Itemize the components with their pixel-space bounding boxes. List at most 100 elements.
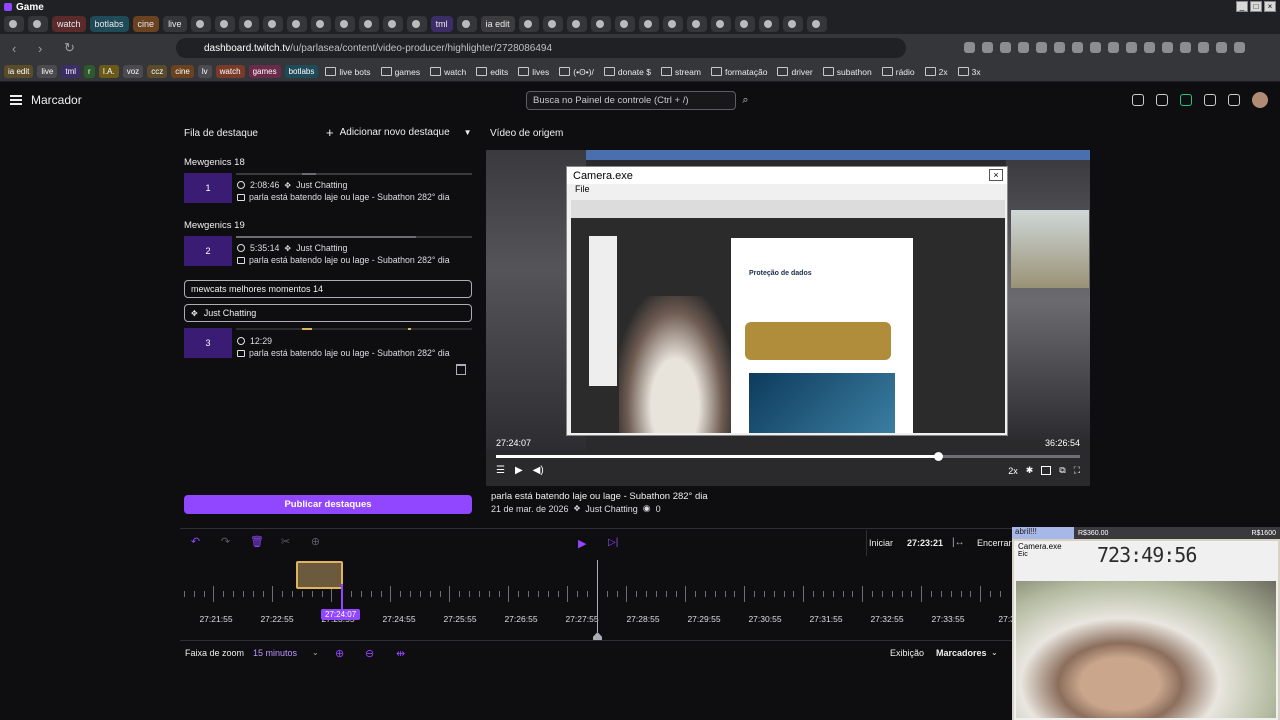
extension-icon[interactable] bbox=[1090, 42, 1101, 53]
delete-icon[interactable] bbox=[456, 364, 466, 375]
timeline-play-icon[interactable]: ▶ bbox=[578, 537, 586, 550]
tab-favicon[interactable] bbox=[28, 16, 48, 32]
minimize-icon[interactable]: _ bbox=[1236, 1, 1248, 12]
highlight-item[interactable]: 2 5:35:14 ✥ Just Chatting parla está baten… bbox=[184, 236, 472, 268]
highlight-range-handle[interactable] bbox=[296, 561, 343, 589]
bookmark-folder[interactable]: donate $ bbox=[601, 67, 654, 77]
extension-icon[interactable] bbox=[982, 42, 993, 53]
bookmark-folder[interactable]: live bots bbox=[322, 67, 373, 77]
bookmark-folder[interactable]: subathon bbox=[820, 67, 875, 77]
tab-favicon[interactable] bbox=[638, 16, 659, 32]
close-icon[interactable]: × bbox=[1264, 1, 1276, 12]
extension-icon[interactable] bbox=[1180, 42, 1191, 53]
extension-icon[interactable] bbox=[1144, 42, 1155, 53]
bookmark-folder[interactable]: games bbox=[378, 67, 424, 77]
tab-tml[interactable]: tml bbox=[430, 16, 453, 32]
seek-bar[interactable] bbox=[496, 455, 1080, 458]
extension-icon[interactable] bbox=[1018, 42, 1029, 53]
trash-icon[interactable]: 🗑 bbox=[250, 537, 264, 548]
extension-icon[interactable] bbox=[1072, 42, 1083, 53]
list-icon[interactable]: ☰ bbox=[496, 465, 505, 476]
extension-icon[interactable] bbox=[1234, 42, 1245, 53]
zoom-out-icon[interactable]: ⊖ bbox=[365, 647, 374, 660]
tab-ia-edit[interactable]: ia edit bbox=[480, 16, 515, 32]
highlight-title-input[interactable]: mewcats melhores momentos 14 bbox=[184, 280, 472, 298]
start-time[interactable]: 27:23:21 bbox=[907, 538, 943, 548]
notifications-icon[interactable] bbox=[1132, 94, 1144, 106]
jump-to-end-icon[interactable]: ▷| bbox=[608, 537, 618, 548]
chevron-down-icon[interactable]: ⌄ bbox=[991, 648, 998, 657]
bookmark-chip[interactable]: lv bbox=[197, 65, 212, 78]
tab-favicon[interactable] bbox=[382, 16, 403, 32]
playback-speed[interactable]: 2x bbox=[1008, 466, 1018, 476]
pip-icon[interactable]: ⧉ bbox=[1059, 465, 1065, 476]
bookmark-chip[interactable]: cine bbox=[171, 65, 194, 78]
timeline-cursor-handle[interactable] bbox=[593, 632, 602, 640]
add-highlight-button[interactable]: + Adicionar novo destaque ▼ bbox=[326, 125, 472, 140]
bookmark-folder[interactable]: (•ʘ•)/ bbox=[556, 67, 597, 77]
undo-icon[interactable]: ↶ bbox=[190, 537, 201, 548]
tab-favicon[interactable] bbox=[238, 16, 259, 32]
extension-icon[interactable] bbox=[1036, 42, 1047, 53]
seek-handle[interactable] bbox=[933, 452, 943, 461]
back-icon[interactable]: ‹ bbox=[12, 41, 26, 56]
bookmark-folder[interactable]: lives bbox=[515, 67, 552, 77]
settings-icon[interactable]: ✱ bbox=[1026, 465, 1034, 476]
tab-favicon[interactable] bbox=[662, 16, 683, 32]
add-clip-icon[interactable]: ⊕ bbox=[310, 537, 321, 548]
timeline-cursor[interactable] bbox=[597, 560, 598, 632]
tab-favicon[interactable] bbox=[456, 16, 477, 32]
bookmark-chip[interactable]: ia edit bbox=[4, 65, 34, 78]
forward-icon[interactable]: › bbox=[38, 41, 52, 56]
bookmark-folder[interactable]: stream bbox=[658, 67, 704, 77]
chevron-down-icon[interactable]: ⌄ bbox=[312, 648, 319, 657]
extension-icon[interactable] bbox=[1198, 42, 1209, 53]
tab-favicon[interactable] bbox=[406, 16, 427, 32]
bookmark-folder[interactable]: formatação bbox=[708, 67, 771, 77]
extension-icon[interactable] bbox=[1126, 42, 1137, 53]
inbox-icon[interactable] bbox=[1204, 94, 1216, 106]
tab-favicon[interactable] bbox=[310, 16, 331, 32]
tab-favicon[interactable] bbox=[566, 16, 587, 32]
volume-icon[interactable]: ◀) bbox=[533, 465, 544, 476]
tab-botlabs[interactable]: botlabs bbox=[89, 16, 129, 32]
tab-favicon[interactable] bbox=[710, 16, 731, 32]
tab-favicon[interactable] bbox=[4, 16, 24, 32]
zoom-select[interactable]: 15 minutos bbox=[253, 648, 297, 658]
zoom-in-icon[interactable]: ⊕ bbox=[335, 647, 344, 660]
extension-icon[interactable] bbox=[1162, 42, 1173, 53]
bookmark-chip[interactable]: botlabs bbox=[284, 65, 319, 78]
theater-icon[interactable] bbox=[1041, 466, 1052, 475]
menu-icon[interactable] bbox=[10, 95, 22, 105]
tab-favicon[interactable] bbox=[358, 16, 379, 32]
tab-favicon[interactable] bbox=[806, 16, 827, 32]
bookmark-folder[interactable]: rádio bbox=[879, 67, 918, 77]
bookmark-chip[interactable]: I.A. bbox=[98, 65, 119, 78]
tab-favicon[interactable] bbox=[590, 16, 611, 32]
set-start-icon[interactable]: |↔ bbox=[952, 537, 965, 548]
display-select[interactable]: Marcadores bbox=[936, 648, 987, 658]
tab-favicon[interactable] bbox=[758, 16, 779, 32]
tab-watch[interactable]: watch bbox=[52, 16, 86, 32]
fit-icon[interactable]: ⇹ bbox=[396, 647, 405, 660]
tab-favicon[interactable] bbox=[782, 16, 803, 32]
tab-live[interactable]: live bbox=[163, 16, 187, 32]
prime-icon[interactable] bbox=[1180, 94, 1192, 106]
tab-favicon[interactable] bbox=[734, 16, 755, 32]
tab-favicon[interactable] bbox=[542, 16, 563, 32]
maximize-icon[interactable]: □ bbox=[1250, 1, 1262, 12]
scissors-icon[interactable]: ✂ bbox=[280, 537, 291, 548]
extension-icon[interactable] bbox=[1054, 42, 1065, 53]
bookmark-folder[interactable]: driver bbox=[774, 67, 815, 77]
publish-highlights-button[interactable]: Publicar destaques bbox=[184, 495, 472, 514]
tab-cine[interactable]: cine bbox=[132, 16, 160, 32]
dashboard-search-input[interactable]: Busca no Painel de controle (Ctrl + /) bbox=[526, 91, 736, 110]
bookmark-folder[interactable]: edits bbox=[473, 67, 511, 77]
whispers-icon[interactable] bbox=[1228, 94, 1240, 106]
tab-favicon[interactable] bbox=[286, 16, 307, 32]
bookmark-chip[interactable]: watch bbox=[215, 65, 245, 78]
tab-favicon[interactable] bbox=[518, 16, 539, 32]
tab-favicon[interactable] bbox=[686, 16, 707, 32]
avatar[interactable] bbox=[1252, 92, 1268, 108]
bookmark-chip[interactable]: r bbox=[84, 65, 95, 78]
